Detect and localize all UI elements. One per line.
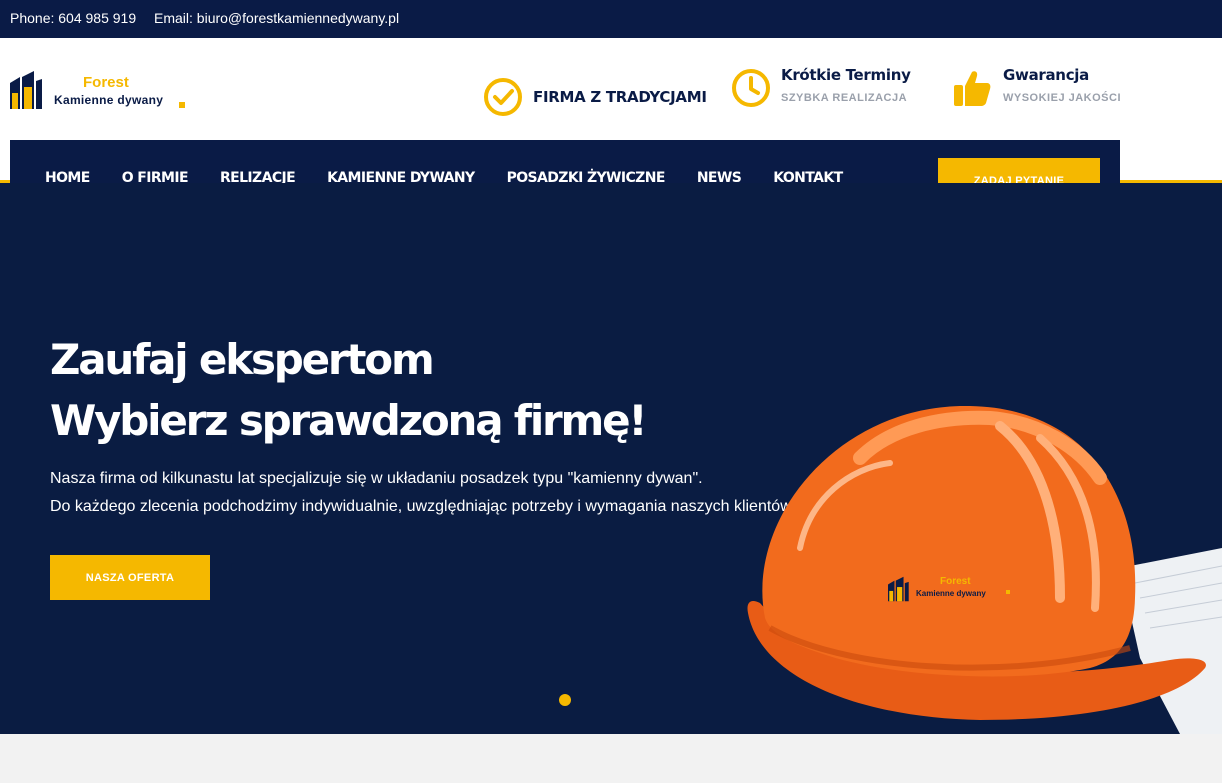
feature-subtitle: SZYBKA REALIZACJA: [781, 92, 908, 104]
hard-hat-image: [747, 405, 1222, 734]
building-logo-icon: [10, 71, 42, 109]
top-bar: Phone: 604 985 919 Email: biuro@forestka…: [0, 0, 1222, 38]
thumbs-up-icon: [954, 71, 991, 106]
phone-text[interactable]: Phone: 604 985 919: [10, 10, 136, 26]
page-bottom-section: [0, 734, 1222, 783]
check-circle-icon: [484, 78, 522, 116]
hero-text-1: Nasza firma od kilkunastu lat specjalizu…: [50, 470, 703, 487]
slider-dot[interactable]: [559, 694, 571, 706]
hero-section: Zaufaj ekspertom Wybierz sprawdzoną firm…: [0, 183, 1222, 734]
building-logo-icon: [888, 576, 909, 602]
hero-text-2: Do każdego zlecenia podchodzimy indywidu…: [50, 498, 796, 515]
logo-dot: [179, 102, 185, 108]
helmet-logo-subtitle: Kamienne dywany: [916, 589, 986, 598]
helmet-logo-brand: Forest: [940, 576, 971, 587]
clock-icon: [732, 69, 770, 107]
logo-brand: Forest: [83, 74, 129, 91]
helmet-logo: Forest Kamienne dywany: [888, 576, 1018, 606]
helmet-logo-dot: [1006, 590, 1010, 594]
hero-headline-1: Zaufaj ekspertom: [50, 335, 435, 384]
feature-title: Gwarancja: [1003, 66, 1089, 84]
hero-headline-2: Wybierz sprawdzoną firmę!: [50, 396, 648, 445]
our-offer-button[interactable]: NASZA OFERTA: [50, 555, 210, 600]
site-logo[interactable]: Forest Kamienne dywany: [10, 71, 200, 121]
feature-title: Krótkie Terminy: [781, 66, 911, 84]
feature-title: FIRMA Z TRADYCJAMI: [533, 88, 707, 106]
feature-subtitle: WYSOKIEJ JAKOŚCI: [1003, 92, 1122, 104]
email-text[interactable]: Email: biuro@forestkamiennedywany.pl: [154, 10, 399, 26]
logo-subtitle: Kamienne dywany: [54, 93, 164, 107]
contact-info: Phone: 604 985 919 Email: biuro@forestka…: [10, 10, 413, 26]
